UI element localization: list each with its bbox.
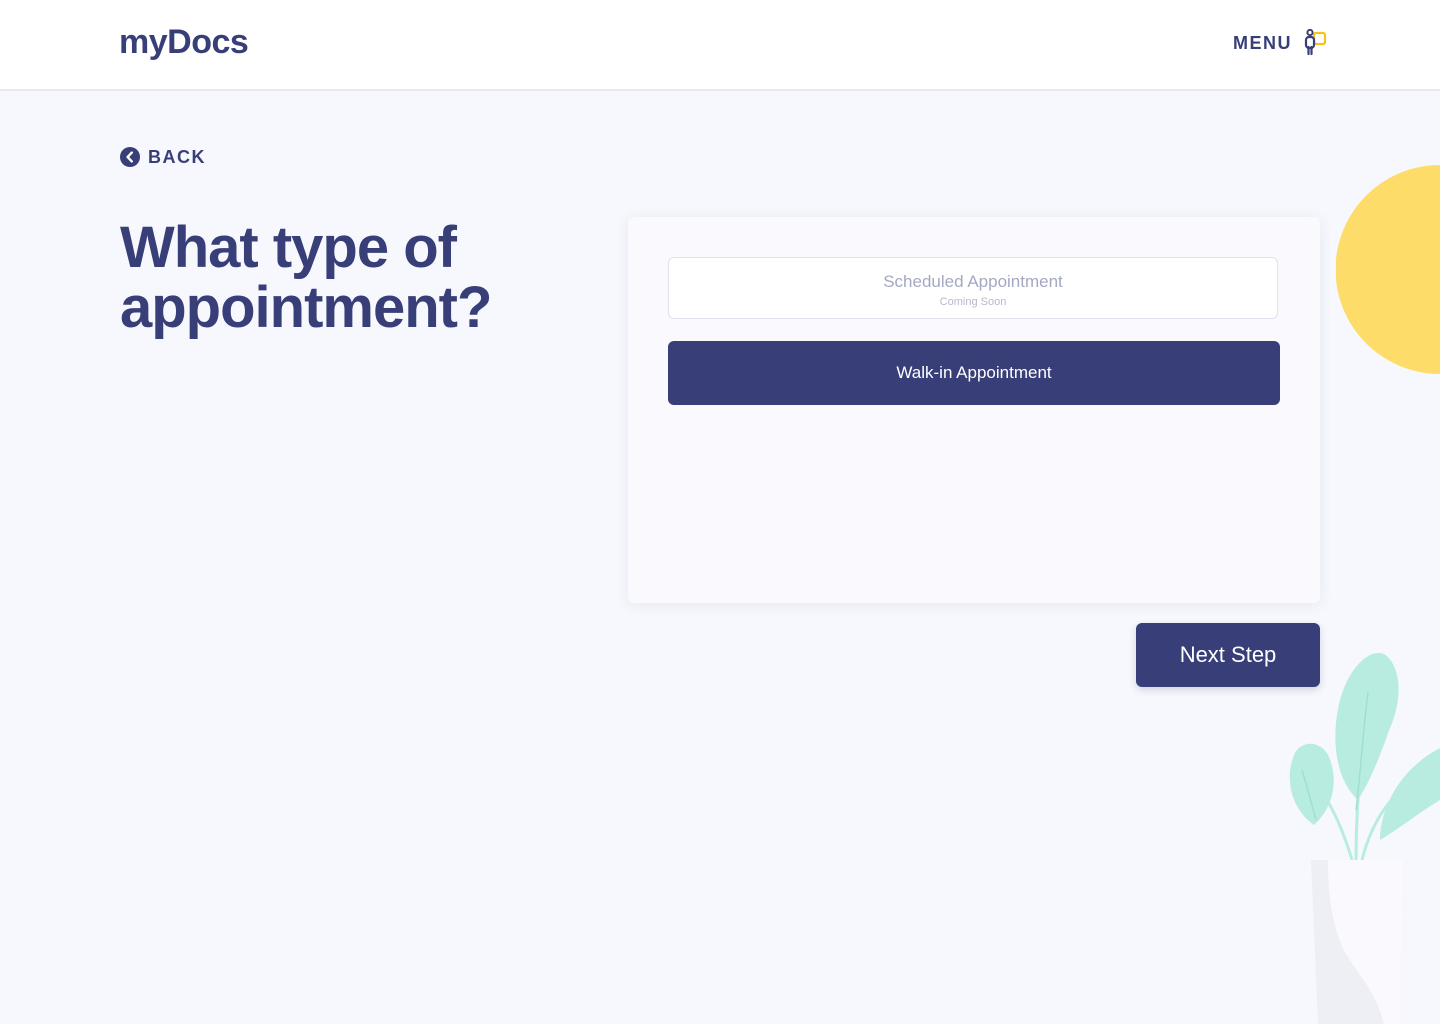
appointment-options-card: Scheduled Appointment Coming Soon Walk-i… (628, 217, 1320, 603)
page-title: What type of appointment? (120, 215, 492, 340)
coming-soon-label: Coming Soon (939, 296, 1007, 308)
person-menu-icon (1304, 28, 1327, 56)
scheduled-appointment-option[interactable]: Scheduled Appointment Coming Soon (668, 257, 1278, 319)
next-step-label: Next Step (1179, 642, 1277, 667)
mydocs-logo[interactable]: myDocs (119, 23, 249, 62)
scheduled-appointment-label: Scheduled Appointment (883, 272, 1063, 291)
back-link[interactable]: BACK (120, 145, 206, 169)
walk-in-appointment-option[interactable]: Walk-in Appointment (668, 341, 1280, 405)
walk-in-appointment-label: Walk-in Appointment (896, 363, 1052, 382)
chevron-left-circle-icon (120, 147, 140, 167)
top-header: myDocs MENU (0, 0, 1440, 91)
menu-button[interactable]: MENU (1233, 28, 1328, 58)
back-label: BACK (148, 146, 206, 167)
menu-label: MENU (1233, 32, 1292, 53)
sun-decoration (1336, 165, 1440, 374)
potted-plant-illustration (1289, 653, 1440, 1024)
